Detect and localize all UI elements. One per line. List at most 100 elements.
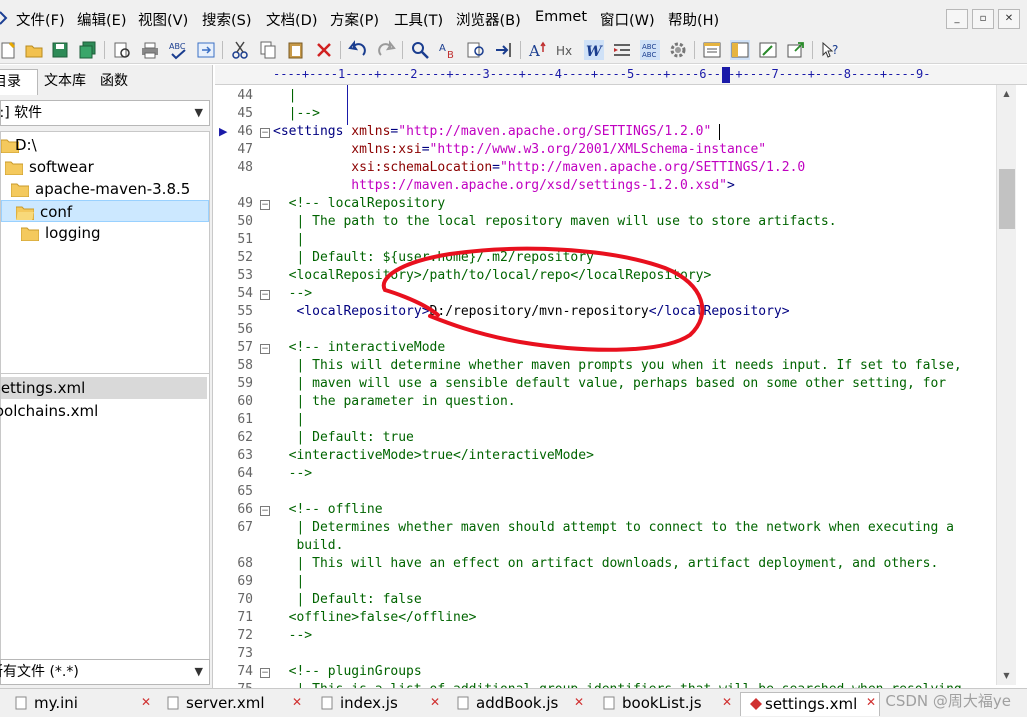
menu-view[interactable]: 视图(V): [138, 9, 188, 30]
code-line[interactable]: | This will determine whether maven prom…: [273, 358, 961, 373]
print-icon[interactable]: [140, 40, 160, 60]
help-icon[interactable]: ?: [820, 40, 840, 60]
code-line[interactable]: <offline>false</offline>: [273, 610, 477, 625]
close-tab-icon[interactable]: ✕: [574, 696, 586, 708]
fold-toggle-icon[interactable]: −: [260, 128, 270, 138]
fold-toggle-icon[interactable]: −: [260, 200, 270, 210]
column-mode-icon[interactable]: ABCABC: [640, 40, 660, 60]
code-line[interactable]: <!-- interactiveMode: [273, 340, 446, 355]
panel-icon[interactable]: [702, 40, 722, 60]
find-icon[interactable]: [410, 40, 430, 60]
open-folder-icon[interactable]: [24, 40, 44, 60]
code-line[interactable]: |: [273, 574, 304, 589]
tree-item-conf[interactable]: conf: [1, 200, 209, 222]
code-line[interactable]: | Default: true: [273, 430, 413, 445]
code-line[interactable]: -->: [273, 628, 313, 643]
close-tab-icon[interactable]: ✕: [292, 696, 304, 708]
file-filter-select[interactable]: 所有文件 (*.*) ▼: [0, 659, 210, 685]
code-line[interactable]: |: [273, 232, 304, 247]
code-line[interactable]: | This will have an effect on artifact d…: [273, 556, 938, 571]
new-file-icon[interactable]: [0, 40, 20, 60]
list-item-toolchains[interactable]: toolchains.xml: [0, 400, 207, 422]
restore-button[interactable]: ▫: [972, 9, 994, 29]
code-line[interactable]: <!-- localRepository: [273, 196, 446, 211]
word-wrap-icon[interactable]: W: [584, 40, 604, 60]
code-line[interactable]: <localRepository>/path/to/local/repo</lo…: [273, 268, 712, 283]
code-line[interactable]: <!-- offline: [273, 502, 383, 517]
scroll-thumb[interactable]: [999, 169, 1015, 229]
tab-text-library[interactable]: 文本库: [38, 69, 92, 95]
menu-browser[interactable]: 浏览器(B): [456, 9, 521, 30]
undo-icon[interactable]: [348, 40, 368, 60]
tab-my-ini[interactable]: my.ini: [14, 692, 78, 716]
menu-scheme[interactable]: 方案(P): [330, 9, 379, 30]
sync-icon[interactable]: [196, 40, 216, 60]
close-tab-icon[interactable]: ✕: [430, 696, 442, 708]
menu-window[interactable]: 窗口(W): [600, 9, 655, 30]
minimize-button[interactable]: _: [946, 9, 968, 29]
code-line[interactable]: xmlns:xsi="http://www.w3.org/2001/XMLSch…: [273, 142, 766, 157]
close-tab-icon[interactable]: ✕: [722, 696, 734, 708]
menu-edit[interactable]: 编辑(E): [77, 9, 126, 30]
code-line[interactable]: <!-- pluginGroups: [273, 664, 422, 679]
save-all-icon[interactable]: [78, 40, 98, 60]
spellcheck-icon[interactable]: ABC: [168, 40, 188, 60]
code-area[interactable]: | |--> <settings xmlns="http://maven.apac…: [273, 85, 1001, 688]
editor[interactable]: ----+----1----+----2----+----3----+----4…: [215, 65, 1027, 697]
code-line[interactable]: <interactiveMode>true</interactiveMode>: [273, 448, 594, 463]
menu-document[interactable]: 文档(D): [266, 9, 317, 30]
vertical-scrollbar[interactable]: ▲ ▼: [996, 85, 1016, 685]
menu-help[interactable]: 帮助(H): [668, 9, 719, 30]
code-line[interactable]: |-->: [273, 106, 320, 121]
fold-toggle-icon[interactable]: −: [260, 506, 270, 516]
code-line[interactable]: xsi:schemaLocation="http://maven.apache.…: [273, 160, 805, 175]
code-line[interactable]: -->: [273, 466, 313, 481]
close-window-button[interactable]: ✕: [998, 9, 1020, 29]
code-line[interactable]: |: [273, 88, 297, 103]
menu-search[interactable]: 搜索(S): [202, 9, 252, 30]
scroll-up-icon[interactable]: ▲: [997, 85, 1016, 103]
copy-icon[interactable]: [258, 40, 278, 60]
tab-directory[interactable]: 目录: [0, 69, 38, 95]
code-line[interactable]: | the parameter in question.: [273, 394, 515, 409]
code-line[interactable]: | Determines whether maven should attemp…: [273, 520, 953, 535]
tree-item-softwear[interactable]: softwear: [5, 156, 94, 178]
cut-icon[interactable]: [230, 40, 250, 60]
close-tab-icon[interactable]: ✕: [866, 696, 878, 708]
tab-booklist-js[interactable]: bookList.js: [602, 692, 702, 716]
tab-settings-xml[interactable]: settings.xml: [740, 692, 880, 716]
scroll-down-icon[interactable]: ▼: [997, 667, 1016, 685]
settings-icon[interactable]: [668, 40, 688, 60]
font-size-icon[interactable]: A: [528, 40, 548, 60]
paste-icon[interactable]: [286, 40, 306, 60]
code-line[interactable]: <localRepository>D:/repository/mvn-repos…: [273, 304, 789, 319]
heading-icon[interactable]: Hx: [556, 40, 576, 60]
menu-tools[interactable]: 工具(T): [394, 9, 443, 30]
code-line[interactable]: |: [273, 412, 304, 427]
tree-item-apache-maven[interactable]: apache-maven-3.8.5: [11, 178, 190, 200]
menu-emmet[interactable]: Emmet: [535, 9, 587, 25]
tab-server-xml[interactable]: server.xml: [166, 692, 265, 716]
drive-select[interactable]: [-:] 软件 ▼: [0, 100, 210, 126]
tree-item-drive[interactable]: D:\: [1, 134, 47, 156]
code-line[interactable]: | The path to the local repository maven…: [273, 214, 836, 229]
code-line[interactable]: -->: [273, 286, 313, 301]
code-line[interactable]: https://maven.apache.org/xsd/settings-1.…: [273, 178, 735, 193]
tab-index-js[interactable]: index.js: [320, 692, 398, 716]
code-line[interactable]: | Default: ${user.home}/.m2/repository: [273, 250, 593, 265]
close-tab-icon[interactable]: ✕: [141, 696, 153, 708]
redo-icon[interactable]: [376, 40, 396, 60]
code-line[interactable]: | Default: false: [273, 592, 421, 607]
tab-functions[interactable]: 函数: [94, 69, 134, 95]
list-item-settings[interactable]: settings.xml: [0, 377, 207, 399]
code-line[interactable]: <settings xmlns="http://maven.apache.org…: [273, 124, 711, 139]
external-icon[interactable]: [786, 40, 806, 60]
browser-preview-icon[interactable]: [758, 40, 778, 60]
split-view-icon[interactable]: [730, 40, 750, 60]
delete-icon[interactable]: [314, 40, 334, 60]
replace-icon[interactable]: AB: [438, 40, 458, 60]
print-preview-icon[interactable]: [112, 40, 132, 60]
fold-toggle-icon[interactable]: −: [260, 290, 270, 300]
indent-icon[interactable]: [612, 40, 632, 60]
find-files-icon[interactable]: [466, 40, 486, 60]
